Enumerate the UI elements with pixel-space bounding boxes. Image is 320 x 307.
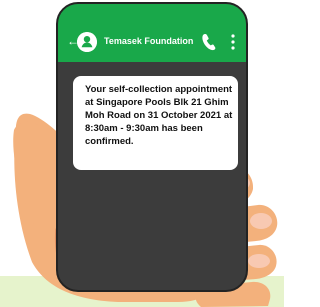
phone-icon[interactable] <box>201 33 217 51</box>
message-bubble: Your self-collection appointment at Sing… <box>73 76 238 170</box>
person-icon[interactable] <box>77 32 97 52</box>
chat-header: ← Temasek Foundation <box>58 4 246 62</box>
more-vertical-icon[interactable] <box>230 33 236 51</box>
chat-header-row: ← Temasek Foundation <box>58 31 246 53</box>
smartphone: ← Temasek Foundation Your self-collectio… <box>56 2 248 292</box>
fingernail-3 <box>248 254 270 268</box>
message-text: Your self-collection appointment at Sing… <box>85 84 233 147</box>
illustration-scene: ← Temasek Foundation Your self-collectio… <box>0 0 284 307</box>
contact-name[interactable]: Temasek Foundation <box>104 36 193 46</box>
fingernail-2 <box>250 213 272 229</box>
